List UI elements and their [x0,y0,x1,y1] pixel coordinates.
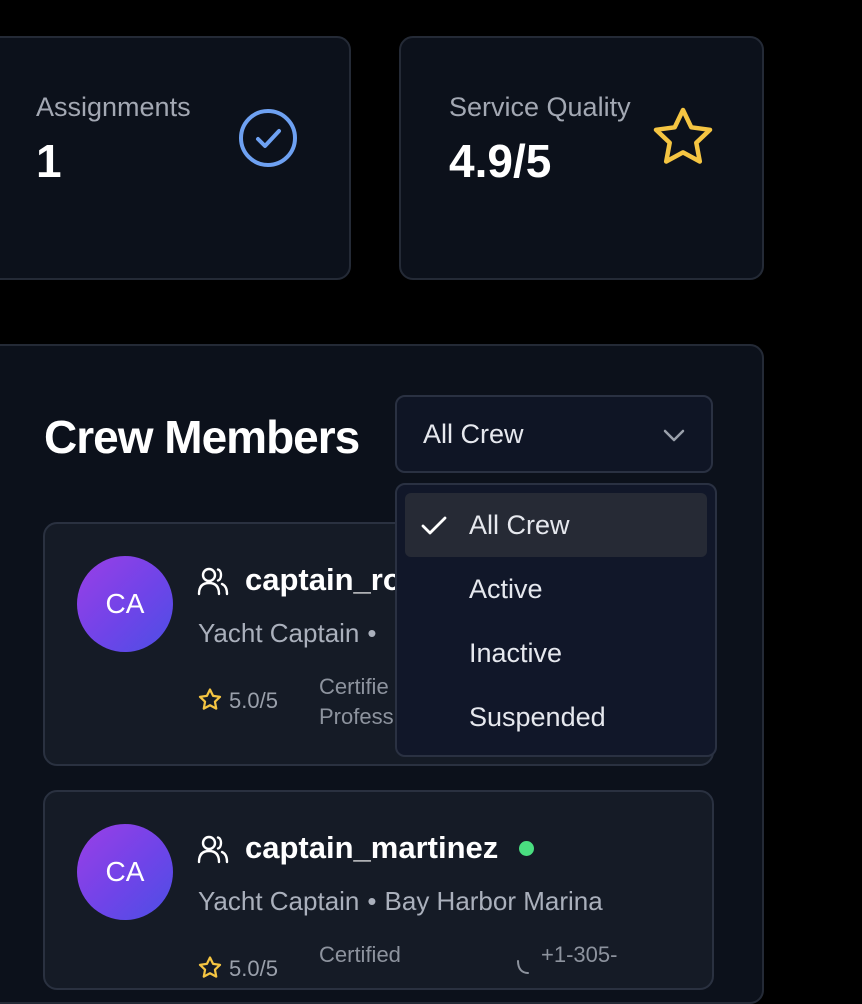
separator: • [367,886,377,916]
assignments-stat-card: Assignments 1 [0,36,351,280]
option-label: Inactive [469,637,563,668]
dropdown-option-inactive[interactable]: Inactive [405,621,707,685]
option-label: Suspended [469,701,606,732]
member-role: Yacht Captain • [198,618,385,649]
online-status-dot [519,841,534,856]
star-icon [198,688,222,716]
stat-label: Assignments [36,92,191,122]
certification-line: Profess [319,704,394,729]
rating-value: 5.0/5 [229,956,278,981]
separator: • [367,618,377,648]
location-text: Bay Harbor Marina [384,886,603,916]
member-name: captain_martinez [245,830,499,865]
star-icon [198,956,222,984]
users-icon [197,566,229,601]
certification-line: Certifie [319,674,389,699]
crew-filter-dropdown: All Crew Active Inactive Suspended [395,483,717,757]
role-text: Yacht Captain [198,886,360,916]
option-label: All Crew [469,509,570,540]
crew-filter-select[interactable]: All Crew [395,395,713,473]
select-value: All Crew [423,418,524,449]
certification-text: Certifie Profess [319,672,394,732]
phone-icon [515,958,531,981]
member-name: captain_ro [245,562,402,597]
option-label: Active [469,573,543,604]
dropdown-option-active[interactable]: Active [405,557,707,621]
check-icon [421,513,447,544]
avatar: CA [77,556,173,652]
stat-value: 1 [36,135,62,187]
member-role: Yacht Captain • Bay Harbor Marina [198,886,603,917]
star-icon [651,106,715,173]
avatar: CA [77,824,173,920]
users-icon [197,834,229,869]
section-title: Crew Members [44,411,360,463]
stat-label: Service Quality [449,92,631,122]
rating-value: 5.0/5 [229,688,278,713]
dropdown-option-all-crew[interactable]: All Crew [405,493,707,557]
service-quality-stat-card: Service Quality 4.9/5 [399,36,764,280]
crew-member-card[interactable]: CA captain_martinez Yacht Captain • Bay Ha… [43,790,714,990]
chevron-down-icon [663,419,685,450]
check-circle-icon [238,108,298,173]
dropdown-option-suspended[interactable]: Suspended [405,685,707,749]
stat-value: 4.9/5 [449,135,552,187]
role-text: Yacht Captain [198,618,360,648]
